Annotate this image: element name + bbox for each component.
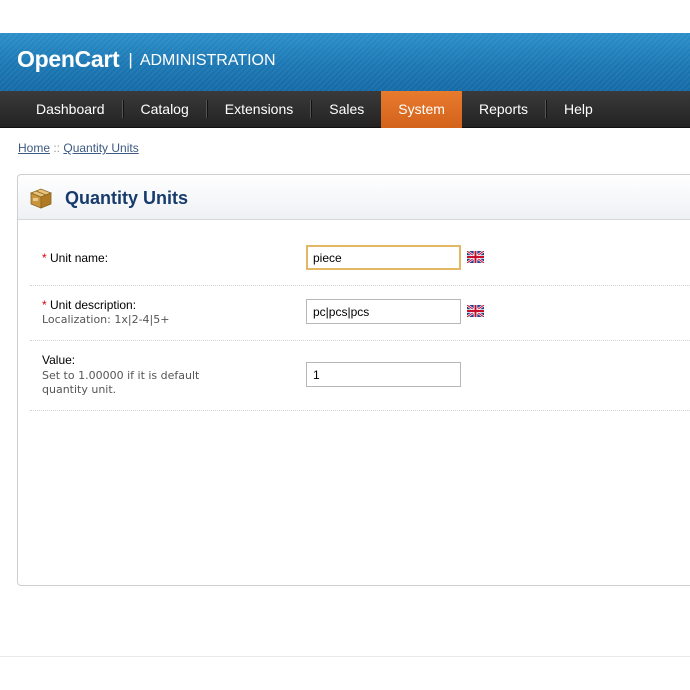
brand-name: OpenCart (17, 46, 120, 72)
breadcrumb-current-link[interactable]: Quantity Units (63, 141, 138, 155)
quantity-units-panel: Quantity Units * Unit name: * Unit descr… (17, 174, 690, 586)
panel-title: Quantity Units (65, 188, 189, 208)
form-row-unit-description: * Unit description: Localization: 1x|2-4… (30, 285, 690, 341)
value-input[interactable] (306, 362, 461, 387)
brand-separator: | (128, 50, 133, 69)
unit-description-label: * Unit description: (42, 298, 136, 312)
menu-item-catalog[interactable]: Catalog (124, 91, 206, 128)
page: OpenCart | ADMINISTRATION Dashboard Catalo… (0, 0, 690, 690)
unit-name-label: * Unit name: (42, 251, 108, 265)
main-menu: Dashboard Catalog Extensions Sales Syste… (0, 90, 690, 128)
unit-name-input[interactable] (306, 245, 461, 270)
menu-item-reports[interactable]: Reports (462, 91, 545, 128)
uk-flag-icon (467, 305, 484, 317)
header-bar: OpenCart | ADMINISTRATION (0, 33, 690, 91)
menu-item-dashboard[interactable]: Dashboard (19, 91, 122, 128)
menu-item-help[interactable]: Help (547, 91, 610, 128)
panel-header: Quantity Units (18, 175, 690, 220)
footer-divider (0, 656, 690, 657)
form-row-unit-name: * Unit name: (30, 231, 690, 286)
unit-description-input[interactable] (306, 299, 461, 324)
value-label: Value: (42, 353, 76, 367)
brand[interactable]: OpenCart | ADMINISTRATION (17, 46, 276, 73)
unit-name-label-text: Unit name: (50, 251, 109, 265)
brand-subtitle: ADMINISTRATION (139, 52, 276, 69)
box-icon (29, 188, 53, 209)
menu-item-extensions[interactable]: Extensions (208, 91, 310, 128)
form-row-value: Value: Set to 1.00000 if it is default q… (30, 340, 690, 411)
breadcrumb-separator: :: (50, 141, 64, 155)
value-help-line1: Set to 1.00000 if it is default (42, 369, 200, 382)
required-marker: * (42, 298, 47, 312)
unit-description-label-text: Unit description: (50, 298, 137, 312)
menu-item-system[interactable]: System (381, 90, 462, 128)
unit-description-help: Localization: 1x|2-4|5+ (42, 313, 170, 326)
menu-item-sales[interactable]: Sales (312, 91, 381, 128)
required-marker: * (42, 251, 47, 265)
breadcrumb: Home :: Quantity Units (18, 141, 139, 155)
uk-flag-icon (467, 251, 484, 263)
value-help-line2: quantity unit. (42, 383, 117, 396)
breadcrumb-home-link[interactable]: Home (18, 141, 50, 155)
